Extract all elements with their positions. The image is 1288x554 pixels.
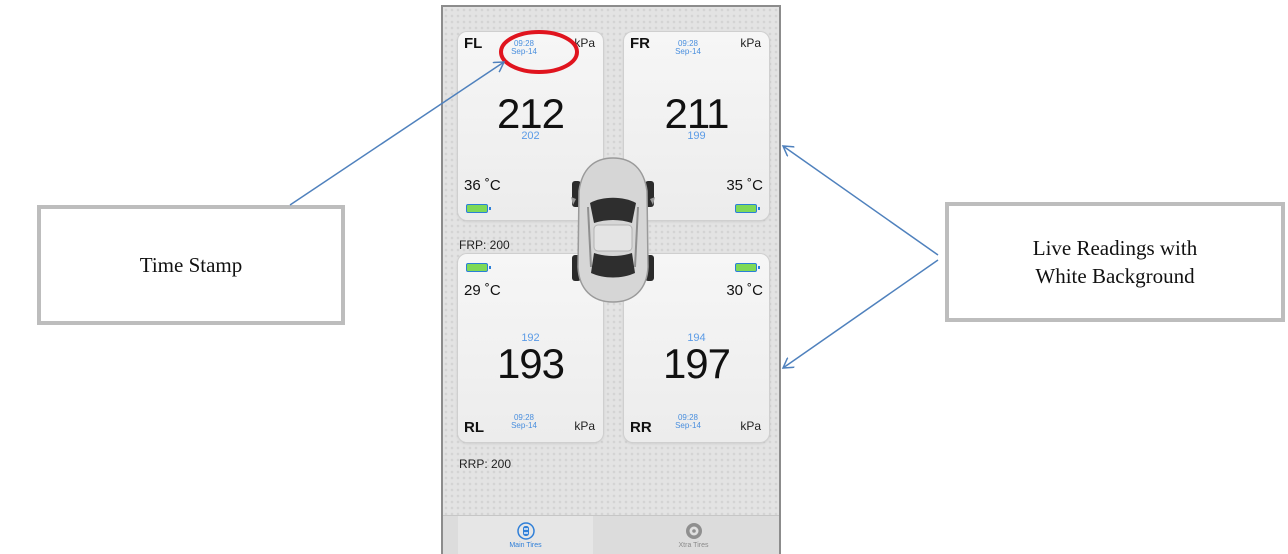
tire-pressure-value: 197 bbox=[662, 340, 731, 387]
front-reference-pressure: FRP: 200 bbox=[459, 238, 510, 252]
battery-icon bbox=[735, 263, 760, 272]
tire-temperature: 36 ˚C bbox=[464, 177, 501, 194]
tab-main-tires[interactable]: Main Tires bbox=[458, 516, 593, 554]
tire-temperature: 35 ˚C bbox=[726, 177, 763, 194]
tab-bar: Main Tires Xtra Tires bbox=[443, 515, 779, 554]
tab-label: Xtra Tires bbox=[678, 542, 709, 549]
tire-pressure-target: 199 bbox=[687, 130, 706, 142]
time-stamp-date: Sep-14 bbox=[511, 47, 537, 56]
rear-reference-pressure: RRP: 200 bbox=[459, 457, 512, 471]
tab-label: Main Tires bbox=[509, 542, 542, 549]
time-stamp-date: Sep-14 bbox=[511, 421, 537, 430]
tire-position-label: RL bbox=[464, 419, 484, 436]
arrow-to-front-readings bbox=[783, 146, 939, 256]
tire-temperature: 30 ˚C bbox=[726, 282, 763, 299]
live-readings-callout: Live Readings with White Background bbox=[945, 202, 1285, 322]
battery-icon bbox=[466, 263, 491, 272]
time-stamp-callout-text: Time Stamp bbox=[139, 253, 243, 277]
live-readings-line-1: Live Readings with bbox=[1032, 236, 1198, 260]
time-stamp-date: Sep-14 bbox=[675, 47, 701, 56]
tire-pressure-value: 193 bbox=[496, 340, 565, 387]
car-top-icon bbox=[516, 522, 535, 540]
tire-icon bbox=[685, 523, 702, 539]
tab-xtra-tires[interactable]: Xtra Tires bbox=[626, 516, 761, 554]
battery-icon bbox=[466, 204, 491, 213]
tire-temperature: 29 ˚C bbox=[464, 282, 501, 299]
pressure-unit: kPa bbox=[574, 36, 595, 50]
tire-pressure-target: 202 bbox=[521, 130, 540, 142]
phone-screen: FL 09:28 Sep-14 kPa 212 202 36 ˚C FR 09:… bbox=[441, 5, 781, 554]
pressure-unit: kPa bbox=[574, 419, 595, 433]
time-stamp-callout: Time Stamp bbox=[37, 205, 345, 325]
live-readings-callout-text: Live Readings with White Background bbox=[1033, 234, 1197, 290]
tire-position-label: RR bbox=[630, 419, 652, 436]
car-top-view-image bbox=[571, 157, 655, 303]
time-stamp: 09:28 Sep-14 bbox=[668, 414, 708, 430]
pressure-unit: kPa bbox=[740, 419, 761, 433]
arrow-to-rear-readings bbox=[783, 259, 939, 368]
tire-position-label: FL bbox=[464, 35, 483, 52]
battery-icon bbox=[735, 204, 760, 213]
time-stamp: 09:28 Sep-14 bbox=[668, 40, 708, 56]
pressure-unit: kPa bbox=[740, 36, 761, 50]
time-stamp: 09:28 Sep-14 bbox=[504, 40, 544, 56]
time-stamp: 09:28 Sep-14 bbox=[504, 414, 544, 430]
tire-position-label: FR bbox=[630, 35, 650, 52]
time-stamp-date: Sep-14 bbox=[675, 421, 701, 430]
live-readings-line-2: White Background bbox=[1035, 264, 1195, 288]
